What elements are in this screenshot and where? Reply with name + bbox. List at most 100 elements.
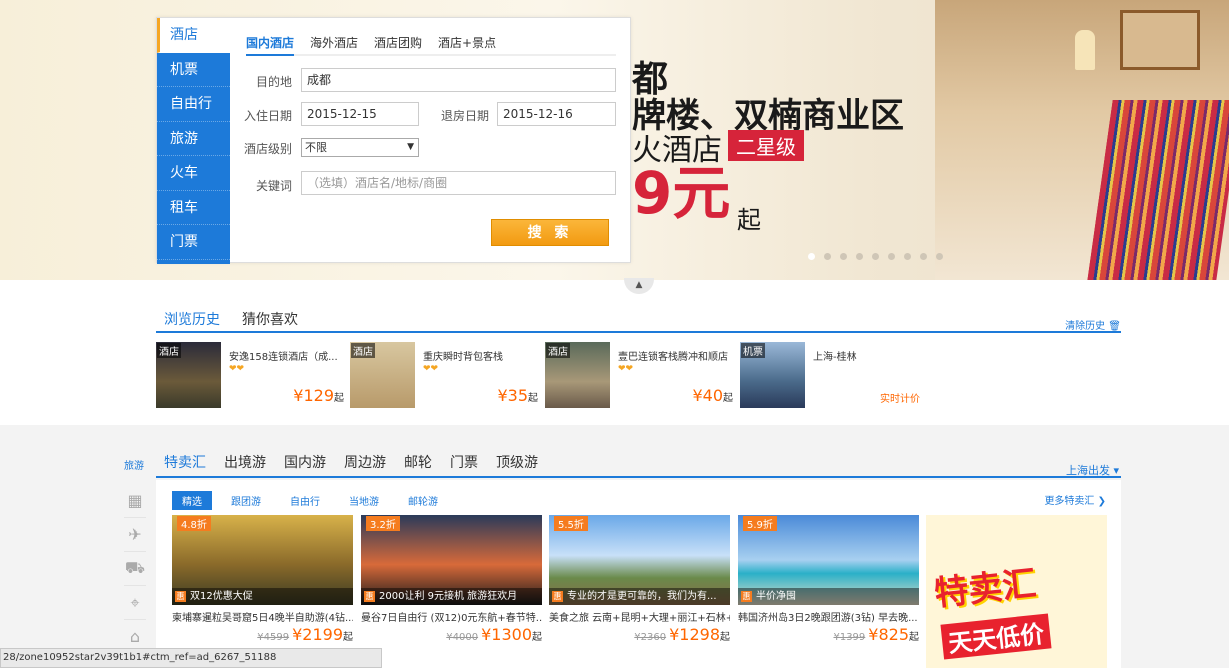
- travel-tab[interactable]: 邮轮: [396, 452, 442, 476]
- hot-icon: 惠: [552, 591, 563, 602]
- category-4[interactable]: 火车: [157, 156, 230, 191]
- category-1[interactable]: 机票: [157, 53, 230, 87]
- history-card-name: 安逸158连锁酒店（成...: [229, 352, 338, 363]
- more-deals-link[interactable]: 更多特卖汇 ❯: [1044, 492, 1106, 507]
- original-price: ¥2360: [634, 632, 667, 643]
- category-3[interactable]: 旅游: [157, 122, 230, 156]
- category-6[interactable]: 门票: [157, 225, 230, 260]
- category-sidebar: 酒店 机票 自由行 旅游 火车 租车 门票: [157, 18, 230, 264]
- travel-tab[interactable]: 门票: [442, 452, 488, 476]
- banner-wall-frame: [1120, 10, 1200, 70]
- product-description: 韩国济州岛3日2晚跟团游(3钻) 早去晚...: [738, 613, 918, 624]
- carousel-dot[interactable]: [856, 253, 863, 260]
- hot-icon: 惠: [364, 591, 375, 602]
- travel-tab[interactable]: 国内游: [276, 452, 336, 476]
- history-card-stars: ❤❤: [229, 364, 245, 374]
- travel-tab[interactable]: 出境游: [216, 452, 276, 476]
- checkin-input[interactable]: 2015-12-15: [301, 102, 419, 126]
- product-caption: 惠双12优惠大促: [172, 588, 353, 605]
- sub-tab[interactable]: 邮轮游: [398, 491, 448, 510]
- carousel-dot[interactable]: [888, 253, 895, 260]
- product-card[interactable]: 4.8折惠双12优惠大促 柬埔寨暹粒吴哥窟5日4晚半自助游(4钻... ¥4599 ¥…: [172, 515, 353, 645]
- history-card-price: ¥40起: [692, 386, 733, 405]
- checkin-label: 入住日期: [243, 109, 292, 123]
- keyword-input[interactable]: （选填）酒店名/地标/商圈: [301, 171, 616, 195]
- level-label: 酒店级别: [243, 142, 292, 156]
- ad-subtitle: 天天低价: [940, 613, 1052, 660]
- product-card[interactable]: 5.9折惠半价净囤韩国济州岛3日2晚跟团游(3钻) 早去晚... ¥1399 ¥82…: [738, 515, 919, 645]
- product-image: 5.9折惠半价净囤: [738, 515, 919, 605]
- history-card[interactable]: 机票 上海-桂林 实时计价: [740, 342, 930, 408]
- history-card-category: 酒店: [546, 343, 570, 358]
- hotel-tab[interactable]: 酒店+景点: [438, 34, 496, 54]
- category-5[interactable]: 租车: [157, 191, 230, 225]
- price-unit: 起: [909, 632, 919, 643]
- history-card-name: 上海-桂林: [813, 352, 857, 363]
- travel-tab[interactable]: 特卖汇: [156, 452, 216, 476]
- tab-browse-history[interactable]: 浏览历史: [164, 309, 220, 329]
- hotel-tab[interactable]: 国内酒店: [246, 34, 295, 56]
- sub-tab[interactable]: 精选: [172, 491, 212, 510]
- clear-history-button[interactable]: 清除历史 🗑: [1065, 317, 1121, 332]
- sale-price: ¥1298: [669, 625, 720, 644]
- hotel-tab[interactable]: 海外酒店: [310, 34, 358, 54]
- travel-tabs: 特卖汇 出境游 国内游 周边游 邮轮 门票 顶级游 上海出发 ▾: [156, 452, 1121, 478]
- history-card-name: 重庆瞬时背包客栈: [423, 352, 503, 363]
- price-value: ¥40: [692, 386, 723, 405]
- price-unit: 起: [720, 632, 730, 643]
- original-price: ¥1399: [833, 632, 866, 643]
- depart-city-select[interactable]: 上海出发 ▾: [1066, 460, 1119, 482]
- discount-badge: 5.9折: [743, 516, 777, 531]
- flash-sale-ad[interactable]: 特卖汇 天天低价: [926, 515, 1107, 668]
- search-button[interactable]: 搜 索: [491, 219, 609, 246]
- collapse-banner-button[interactable]: ▲: [624, 278, 654, 294]
- carousel-dot[interactable]: [872, 253, 879, 260]
- status-bar-url: 28/zone10952star2v39t1b1#ctm_ref=ad_6267…: [0, 648, 382, 668]
- history-card[interactable]: 酒店 重庆瞬时背包客栈 ❤❤ ¥35起: [350, 342, 540, 408]
- plane-icon[interactable]: ✈: [124, 518, 146, 552]
- history-card-category: 酒店: [157, 343, 181, 358]
- history-card[interactable]: 酒店 壹巴连锁客栈腾冲和顺店 ❤❤ ¥40起: [545, 342, 735, 408]
- destination-input[interactable]: 成都: [301, 68, 616, 92]
- carousel-dot[interactable]: [920, 253, 927, 260]
- checkout-label: 退房日期: [440, 109, 489, 123]
- chevron-down-icon: ▼: [407, 142, 414, 152]
- product-card[interactable]: 5.5折惠专业的才是更可靠的，我们为有... 美食之旅 云南+昆明+大理+丽江+石…: [549, 515, 730, 645]
- pin-icon[interactable]: ⌖: [124, 586, 146, 620]
- product-card[interactable]: 3.2折惠 2000让利 9元接机 旅游狂欢月 曼谷7日自由行 (双12)0元东航+…: [361, 515, 542, 645]
- side-nav-label[interactable]: 旅游: [124, 457, 146, 472]
- caption-text: 专业的才是更可靠的，我们为有...: [567, 591, 717, 602]
- sub-tab[interactable]: 自由行: [280, 491, 330, 510]
- building-icon[interactable]: ▦: [124, 484, 146, 518]
- checkout-input[interactable]: 2015-12-16: [497, 102, 616, 126]
- product-caption: 惠半价净囤: [738, 588, 919, 605]
- sale-price: ¥825: [868, 625, 909, 644]
- category-2[interactable]: 自由行: [157, 87, 230, 122]
- carousel-dot[interactable]: [936, 253, 943, 260]
- product-price-row: ¥2360 ¥1298起: [634, 625, 730, 644]
- carousel-dot[interactable]: [824, 253, 831, 260]
- caption-text: 半价净囤: [756, 591, 796, 602]
- history-card[interactable]: 酒店 安逸158连锁酒店（成... ❤❤ ¥129起: [156, 342, 346, 408]
- sub-tab[interactable]: 跟团游: [221, 491, 271, 510]
- travel-tab[interactable]: 周边游: [336, 452, 396, 476]
- caption-text: 双12优惠大促: [190, 591, 253, 602]
- car-icon[interactable]: ⛟: [124, 552, 146, 586]
- carousel-dot[interactable]: [840, 253, 847, 260]
- carousel-dots: [808, 253, 943, 260]
- tab-guess-you-like[interactable]: 猜你喜欢: [242, 309, 298, 329]
- realtime-price-link[interactable]: 实时计价: [880, 390, 920, 405]
- product-price-row: ¥4599 ¥2199起: [257, 625, 353, 644]
- sub-tab[interactable]: 当地游: [339, 491, 389, 510]
- hotel-tab[interactable]: 酒店团购: [374, 34, 422, 54]
- hot-icon: 惠: [741, 591, 752, 602]
- carousel-dot[interactable]: [808, 253, 815, 260]
- carousel-dot[interactable]: [904, 253, 911, 260]
- price-value: ¥35: [497, 386, 528, 405]
- level-select-value: 不限: [305, 141, 327, 154]
- banner-bed-image: [1087, 100, 1229, 280]
- level-select[interactable]: 不限 ▼: [301, 138, 419, 157]
- travel-tab[interactable]: 顶级游: [488, 452, 548, 476]
- category-0[interactable]: 酒店: [157, 18, 230, 53]
- search-panel: 酒店 机票 自由行 旅游 火车 租车 门票 国内酒店 海外酒店 酒店团购 酒店+景点 目的地 成都…: [156, 17, 631, 264]
